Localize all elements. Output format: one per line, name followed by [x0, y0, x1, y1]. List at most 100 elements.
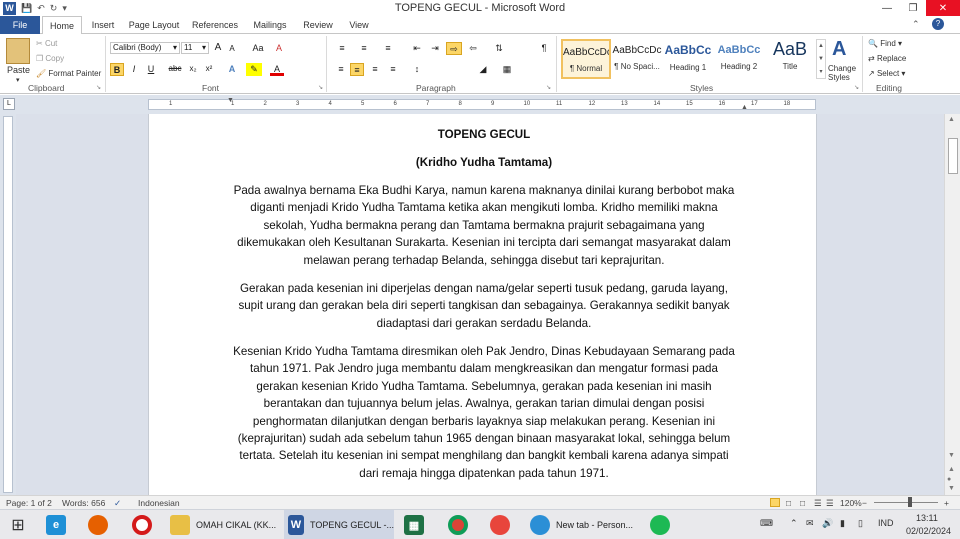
bold-button[interactable]: B	[110, 63, 124, 76]
edge-taskbar-item[interactable]: New tab - Person...	[530, 510, 640, 539]
paste-icon[interactable]	[6, 38, 30, 64]
align-center-icon[interactable]: ≡	[350, 63, 364, 76]
customize-qat-icon[interactable]: ▾	[62, 3, 67, 14]
zoom-level[interactable]: 120%	[840, 498, 862, 508]
minimize-ribbon-icon[interactable]: ⌃	[912, 19, 920, 30]
excel-taskbar-icon[interactable]: ▦	[404, 510, 424, 539]
first-line-indent-icon[interactable]: ▼	[227, 97, 234, 104]
strikethrough-button[interactable]: abc	[166, 63, 184, 76]
font-launcher-icon[interactable]: ↘	[318, 84, 323, 91]
tray-chevron-icon[interactable]: ⌃	[790, 518, 798, 529]
clear-formatting-button[interactable]: A	[272, 42, 286, 55]
cut-button[interactable]: ✂ Cut	[36, 39, 57, 48]
font-name-dropdown[interactable]: Calibri (Body) ▾	[110, 42, 180, 54]
word-count[interactable]: Words: 656	[62, 498, 105, 508]
increase-indent-icon[interactable]: ⇥	[428, 42, 442, 55]
paragraph-launcher-icon[interactable]: ↘	[546, 84, 551, 91]
opera-taskbar-icon[interactable]	[132, 510, 152, 539]
zoom-slider[interactable]	[874, 502, 938, 503]
line-spacing-icon[interactable]: ↕	[408, 63, 426, 76]
borders-icon[interactable]: ▦	[498, 63, 516, 76]
document-page[interactable]: TOPENG GECUL (Kridho Yudha Tamtama) Pada…	[148, 114, 817, 495]
tab-insert[interactable]: Insert	[86, 16, 120, 34]
style-normal[interactable]: AaBbCcDc ¶ Normal	[561, 39, 611, 79]
align-left-icon[interactable]: ≡	[334, 63, 348, 76]
scroll-down-icon[interactable]: ▼	[948, 452, 955, 459]
next-page-icon[interactable]: ▼	[948, 485, 955, 492]
style-heading-1[interactable]: AaBbCc Heading 1	[663, 39, 713, 79]
doc-title[interactable]: TOPENG GECUL	[229, 126, 739, 143]
zoom-in-icon[interactable]: +	[944, 498, 949, 508]
zoom-slider-thumb[interactable]	[908, 497, 912, 507]
tab-page-layout[interactable]: Page Layout	[126, 16, 182, 34]
paste-button[interactable]: Paste	[7, 65, 30, 75]
font-color-icon[interactable]: A	[270, 63, 284, 76]
style-heading-2[interactable]: AaBbCc Heading 2	[714, 39, 764, 79]
subscript-button[interactable]: x₂	[186, 63, 200, 76]
select-button[interactable]: ↗ Select ▾	[868, 69, 905, 78]
help-icon[interactable]: ?	[932, 18, 944, 30]
full-screen-icon[interactable]: □	[786, 498, 791, 508]
language-status[interactable]: Indonesian	[138, 498, 180, 508]
chrome-taskbar-icon[interactable]	[448, 510, 468, 539]
find-button[interactable]: 🔍 Find ▾	[868, 39, 902, 48]
minimize-button[interactable]: —	[874, 0, 900, 16]
style-title[interactable]: AaB Title	[765, 39, 815, 79]
shrink-font-button[interactable]: A	[226, 43, 238, 56]
styles-launcher-icon[interactable]: ↘	[854, 84, 859, 91]
text-effects-icon[interactable]: A	[224, 63, 240, 76]
grow-font-button[interactable]: A	[212, 42, 224, 55]
horizontal-ruler[interactable]: 1 1 2 3 4 5 6 7 8 9 10 11 12 13 14 15 16 17 18 ▼ ▲	[148, 97, 816, 111]
sort-icon[interactable]: ⇅	[492, 42, 506, 55]
undo-icon[interactable]: ↶	[37, 3, 45, 14]
word-taskbar-item[interactable]: W TOPENG GECUL -...	[284, 510, 394, 539]
tab-references[interactable]: References	[190, 16, 240, 34]
paste-dropdown-icon[interactable]: ▾	[16, 76, 20, 84]
save-icon[interactable]: 💾	[21, 3, 32, 14]
multilevel-list-icon[interactable]: ≡	[380, 42, 396, 55]
change-styles-icon[interactable]: A	[832, 38, 854, 60]
change-case-button[interactable]: Aa	[250, 42, 266, 55]
scroll-thumb[interactable]	[948, 138, 958, 174]
start-button[interactable]: ⊞	[4, 510, 32, 539]
signal-icon[interactable]: ▮	[840, 518, 845, 529]
print-layout-icon[interactable]	[770, 498, 780, 507]
italic-button[interactable]: I	[128, 63, 140, 76]
underline-button[interactable]: U	[144, 63, 158, 76]
vertical-scrollbar[interactable]: ▲ ▼ ▲ ● ▼	[944, 114, 960, 495]
styles-scroll[interactable]: ▲ ▼ ▾	[816, 39, 826, 79]
superscript-button[interactable]: x²	[202, 63, 216, 76]
browse-object-icon[interactable]: ●	[947, 476, 951, 483]
tab-review[interactable]: Review	[298, 16, 338, 34]
network-icon[interactable]: ✉	[806, 518, 814, 529]
app-taskbar-icon[interactable]	[490, 510, 510, 539]
tab-home[interactable]: Home	[42, 16, 82, 35]
clock-date[interactable]: 02/02/2024	[906, 526, 951, 536]
tab-selector-icon[interactable]: L	[3, 98, 15, 110]
outline-icon[interactable]: ☰	[814, 498, 822, 509]
volume-icon[interactable]: 🔊	[822, 518, 833, 529]
keyboard-icon[interactable]: ⌨	[760, 518, 773, 529]
firefox-taskbar-icon[interactable]	[88, 510, 108, 539]
rtl-direction-icon[interactable]: ⇦	[466, 42, 480, 55]
previous-page-icon[interactable]: ▲	[948, 466, 955, 473]
font-size-dropdown[interactable]: 11 ▾	[181, 42, 209, 54]
copy-button[interactable]: ❐ Copy	[36, 54, 64, 63]
draft-icon[interactable]: ☰	[826, 498, 834, 509]
vertical-ruler[interactable]	[3, 116, 13, 493]
bullets-icon[interactable]: ≡	[334, 42, 350, 55]
clipboard-launcher-icon[interactable]: ↘	[96, 84, 101, 91]
doc-paragraph[interactable]: Pada awalnya bernama Eka Budhi Karya, na…	[229, 182, 739, 269]
tab-view[interactable]: View	[344, 16, 374, 34]
zoom-out-icon[interactable]: −	[862, 498, 867, 508]
ie-taskbar-icon[interactable]: e	[46, 510, 66, 539]
doc-subtitle[interactable]: (Kridho Yudha Tamtama)	[229, 154, 739, 171]
doc-paragraph[interactable]: Gerakan pada kesenian ini diperjelas den…	[229, 280, 739, 332]
explorer-taskbar-item[interactable]: OMAH CIKAL (KK...	[170, 510, 280, 539]
close-button[interactable]: ✕	[926, 0, 960, 16]
ltr-direction-icon[interactable]: ⇨	[446, 42, 462, 55]
decrease-indent-icon[interactable]: ⇤	[410, 42, 424, 55]
shading-icon[interactable]: ◢	[474, 63, 492, 76]
style-no-spacing[interactable]: AaBbCcDc ¶ No Spaci...	[612, 39, 662, 79]
tab-file[interactable]: File	[0, 16, 40, 34]
